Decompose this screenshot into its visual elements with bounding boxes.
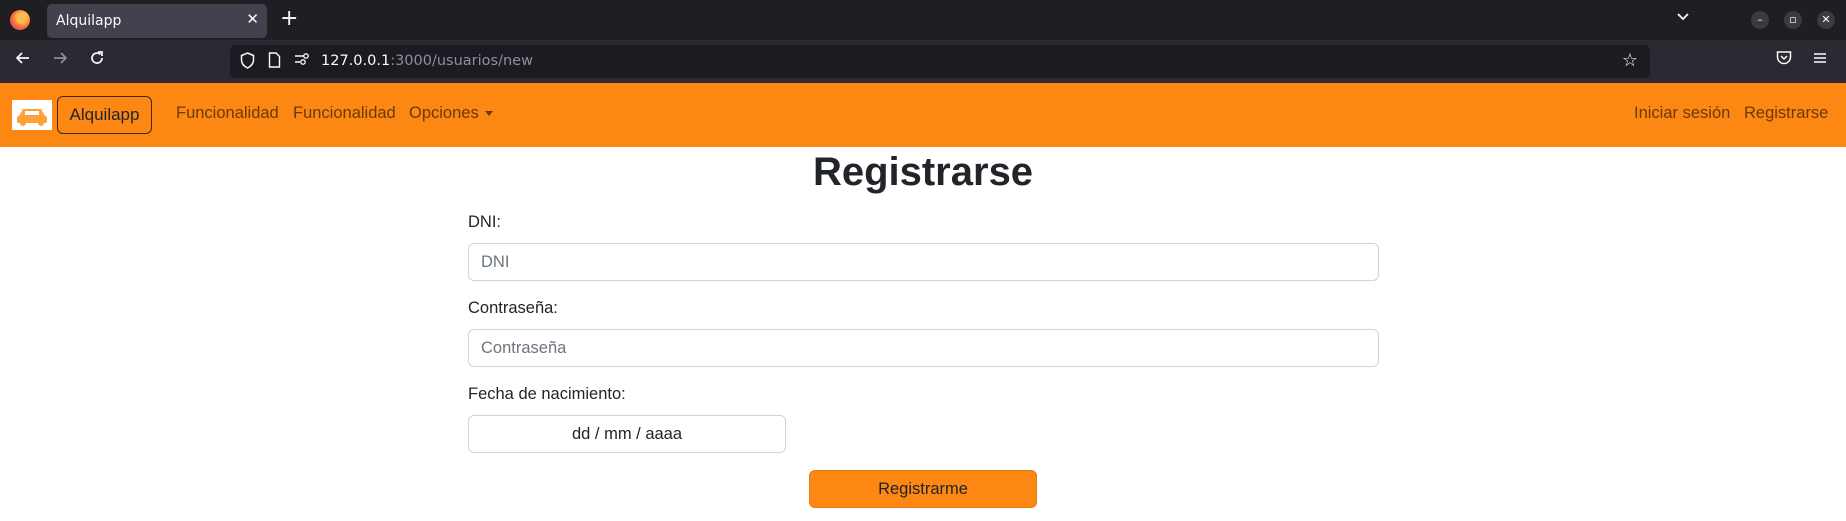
bookmark-star-icon[interactable]: ☆ [1622, 50, 1638, 71]
car-logo-icon[interactable] [12, 100, 52, 130]
nav-link-funcionalidad-1[interactable]: Funcionalidad [176, 104, 279, 123]
reload-icon[interactable] [88, 49, 106, 74]
submit-button[interactable]: Registrarme [809, 470, 1037, 508]
new-tab-button[interactable]: + [280, 7, 298, 31]
url-path: :3000/usuarios/new [390, 53, 533, 69]
page-icon[interactable] [268, 52, 281, 72]
register-link[interactable]: Registrarse [1744, 104, 1828, 123]
forward-icon[interactable] [51, 49, 69, 74]
menu-icon[interactable] [1812, 49, 1828, 73]
restore-icon[interactable]: ▫ [1784, 11, 1802, 29]
dni-input[interactable] [468, 243, 1379, 281]
close-tab-icon[interactable]: ✕ [246, 10, 259, 28]
minimize-icon[interactable]: – [1751, 11, 1769, 29]
birthdate-input[interactable]: dd / mm / aaaa [468, 415, 786, 453]
caret-down-icon [484, 111, 493, 117]
browser-toolbar: 127.0.0.1:3000/usuarios/new ☆ [0, 40, 1846, 83]
opciones-label: Opciones [409, 104, 479, 122]
pocket-icon[interactable] [1775, 49, 1793, 74]
password-input[interactable] [468, 329, 1379, 367]
nav-link-funcionalidad-2[interactable]: Funcionalidad [293, 104, 396, 123]
dni-label: DNI: [468, 213, 501, 231]
browser-tabbar: Alquilapp ✕ + – ▫ ✕ [0, 0, 1846, 40]
url-host: 127.0.0.1 [321, 53, 391, 69]
password-label: Contraseña: [468, 299, 558, 317]
page-title: Registrarse [812, 150, 1034, 194]
permissions-icon[interactable] [294, 52, 310, 70]
close-window-icon[interactable]: ✕ [1817, 11, 1835, 29]
url-text[interactable]: 127.0.0.1:3000/usuarios/new [321, 53, 533, 69]
back-icon[interactable] [14, 49, 32, 74]
login-link[interactable]: Iniciar sesión [1634, 104, 1730, 123]
shield-icon[interactable] [240, 52, 255, 73]
birthdate-label: Fecha de nacimiento: [468, 385, 626, 403]
url-bar[interactable]: 127.0.0.1:3000/usuarios/new ☆ [230, 45, 1650, 78]
firefox-icon[interactable] [10, 10, 30, 30]
list-tabs-chevron-icon[interactable] [1675, 8, 1691, 29]
brand-button[interactable]: Alquilapp [57, 96, 152, 134]
opciones-dropdown[interactable]: Opciones [409, 104, 493, 123]
browser-tab[interactable]: Alquilapp ✕ [47, 4, 267, 38]
app-navbar: Alquilapp Funcionalidad Funcionalidad Op… [0, 83, 1846, 147]
tab-title: Alquilapp [56, 13, 122, 29]
